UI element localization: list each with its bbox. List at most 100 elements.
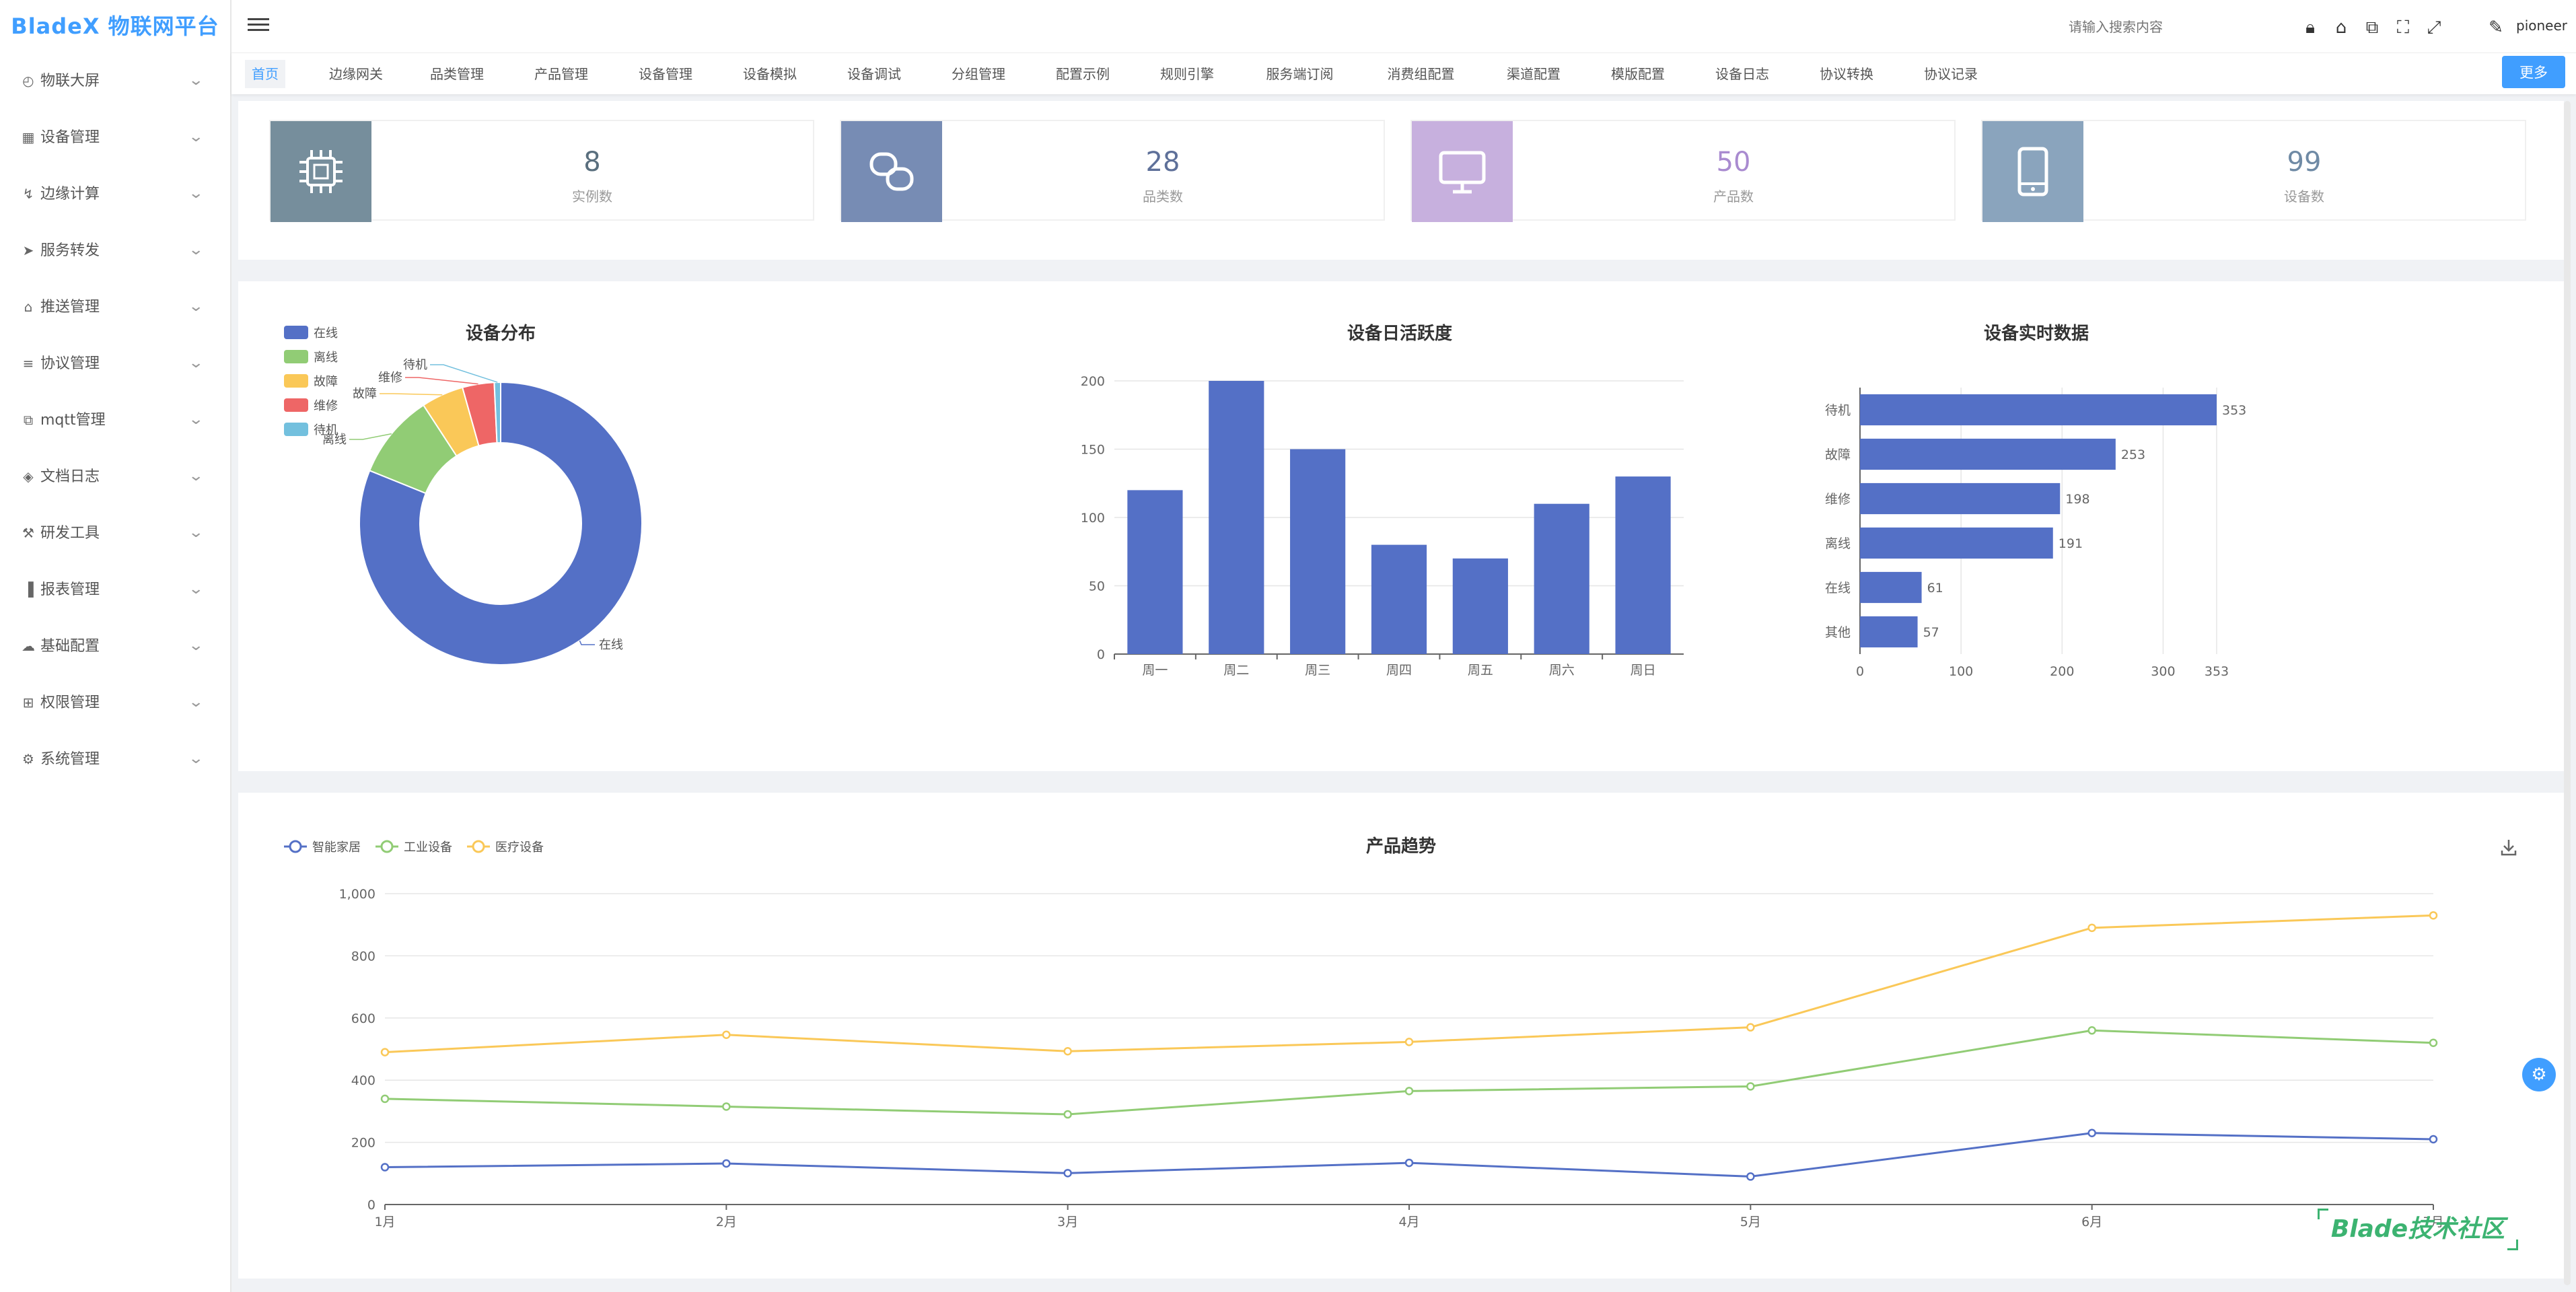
y-tick-label: 故障 (1825, 447, 1851, 462)
data-point[interactable] (722, 1102, 731, 1111)
bar[interactable] (1371, 544, 1427, 654)
data-point[interactable] (1063, 1046, 1072, 1056)
page-scrollbar[interactable] (2564, 101, 2571, 1285)
user-menu[interactable]: pioneer (2516, 17, 2567, 34)
legend-swatch[interactable] (284, 423, 308, 436)
sidebar-item-3[interactable]: ➤ 服务转发 ⌄ (0, 222, 230, 279)
tab-9[interactable]: 规则引擎 (1147, 60, 1227, 88)
tab-3[interactable]: 产品管理 (521, 60, 602, 88)
fullscreen-icon[interactable]: ⛶ (2392, 16, 2414, 39)
data-point[interactable] (1404, 1087, 1414, 1096)
bar[interactable] (1127, 490, 1183, 654)
legend-label[interactable]: 待机 (314, 423, 338, 437)
data-point[interactable] (1746, 1082, 1755, 1091)
data-point[interactable] (1746, 1172, 1755, 1181)
data-point[interactable] (2429, 1038, 2438, 1048)
stat-card[interactable]: 8 实例数 (269, 120, 814, 222)
bar[interactable] (1860, 571, 1922, 604)
legend-label[interactable]: 维修 (314, 399, 338, 413)
legend-label[interactable]: 离线 (314, 351, 338, 365)
tab-14[interactable]: 设备日志 (1702, 60, 1783, 88)
legend-marker[interactable] (380, 840, 394, 853)
series-line[interactable] (384, 1132, 2434, 1178)
tab-11[interactable]: 消费组配置 (1372, 60, 1470, 88)
tab-4[interactable]: 设备管理 (625, 60, 706, 88)
stat-card[interactable]: 99 设备数 (1981, 120, 2526, 222)
legend-label[interactable]: 在线 (314, 326, 338, 340)
tab-7[interactable]: 分组管理 (938, 60, 1019, 88)
tab-8[interactable]: 配置示例 (1042, 60, 1123, 88)
data-point[interactable] (380, 1048, 390, 1056)
bar[interactable] (1860, 438, 2116, 470)
bar[interactable] (1209, 381, 1264, 654)
sidebar-item-2[interactable]: ↯ 边缘计算 ⌄ (0, 166, 230, 222)
data-point[interactable] (380, 1094, 390, 1104)
screenshot-icon[interactable]: ⤢ (2423, 16, 2445, 39)
app-logo[interactable]: BladeX 物联网平台 (0, 0, 230, 52)
legend-swatch[interactable] (284, 398, 308, 412)
sidebar-item-10[interactable]: ☁ 基础配置 ⌄ (0, 618, 230, 674)
sidebar-item-7[interactable]: ◈ 文档日志 ⌄ (0, 448, 230, 505)
menu-toggle-icon[interactable] (248, 15, 269, 36)
bar[interactable] (1860, 527, 2053, 559)
bar[interactable] (1290, 449, 1346, 655)
legend-label[interactable]: 工业设备 (404, 840, 452, 855)
legend-swatch[interactable] (284, 374, 308, 388)
sidebar-item-12[interactable]: ⚙ 系统管理 ⌄ (0, 731, 230, 787)
sidebar-item-5[interactable]: ≡ 协议管理 ⌄ (0, 335, 230, 392)
data-point[interactable] (1404, 1038, 1414, 1046)
language-icon[interactable]: ⧉ (2361, 16, 2384, 39)
tab-2[interactable]: 品类管理 (417, 60, 497, 88)
download-icon[interactable] (2501, 840, 2517, 856)
sidebar-item-0[interactable]: ◴ 物联大屏 ⌄ (0, 52, 230, 109)
sidebar-item-4[interactable]: ⌂ 推送管理 ⌄ (0, 279, 230, 335)
theme-icon[interactable]: ⌂ (2330, 16, 2353, 39)
legend-label[interactable]: 医疗设备 (495, 840, 544, 855)
data-point[interactable] (2087, 1026, 2096, 1035)
data-point[interactable] (2087, 1128, 2096, 1137)
brush-icon[interactable]: ✎ (2484, 16, 2507, 39)
tab-5[interactable]: 设备模拟 (729, 60, 810, 88)
bar[interactable] (1860, 482, 2061, 515)
data-point[interactable] (2429, 911, 2438, 920)
tab-12[interactable]: 渠道配置 (1493, 60, 1574, 88)
stat-card[interactable]: 28 品类数 (840, 120, 1385, 222)
legend-marker[interactable] (289, 840, 302, 853)
stat-card[interactable]: 50 产品数 (1410, 120, 1956, 222)
legend-swatch[interactable] (284, 350, 308, 363)
bar[interactable] (1860, 394, 2217, 426)
tab-16[interactable]: 协议记录 (1910, 60, 1991, 88)
tab-15[interactable]: 协议转换 (1806, 60, 1887, 88)
tab-6[interactable]: 设备调试 (834, 60, 915, 88)
data-point[interactable] (1063, 1169, 1072, 1178)
legend-label[interactable]: 故障 (314, 375, 338, 389)
bar[interactable] (1452, 558, 1508, 654)
legend-marker[interactable] (472, 840, 485, 853)
data-point[interactable] (380, 1163, 390, 1172)
more-button[interactable]: 更多 (2502, 56, 2565, 88)
settings-float-button[interactable]: ⚙ (2522, 1058, 2556, 1091)
legend-label[interactable]: 智能家居 (312, 840, 361, 855)
tab-1[interactable]: 边缘网关 (316, 60, 396, 88)
sidebar-item-6[interactable]: ⧉ mqtt管理 ⌄ (0, 392, 230, 448)
sidebar-item-9[interactable]: ▐ 报表管理 ⌄ (0, 561, 230, 618)
data-point[interactable] (1404, 1158, 1414, 1168)
search-input[interactable] (2069, 13, 2270, 40)
bar[interactable] (1615, 476, 1671, 654)
sidebar-item-8[interactable]: ⚒ 研发工具 ⌄ (0, 505, 230, 561)
tab-10[interactable]: 服务端订阅 (1251, 60, 1349, 88)
legend-swatch[interactable] (284, 326, 308, 339)
tab-0[interactable]: 首页 (245, 60, 285, 88)
bar[interactable] (1534, 503, 1589, 654)
data-point[interactable] (1063, 1110, 1072, 1119)
data-point[interactable] (722, 1159, 731, 1168)
sidebar-item-11[interactable]: ⊞ 权限管理 ⌄ (0, 674, 230, 731)
sidebar-item-1[interactable]: ▦ 设备管理 ⌄ (0, 109, 230, 166)
data-point[interactable] (722, 1030, 731, 1039)
bar[interactable] (1860, 616, 1918, 648)
data-point[interactable] (2087, 923, 2096, 933)
tab-13[interactable]: 模版配置 (1598, 60, 1678, 88)
data-point[interactable] (1746, 1023, 1755, 1032)
data-point[interactable] (2429, 1135, 2438, 1144)
lock-icon[interactable]: 🔒︎ (2299, 16, 2322, 39)
